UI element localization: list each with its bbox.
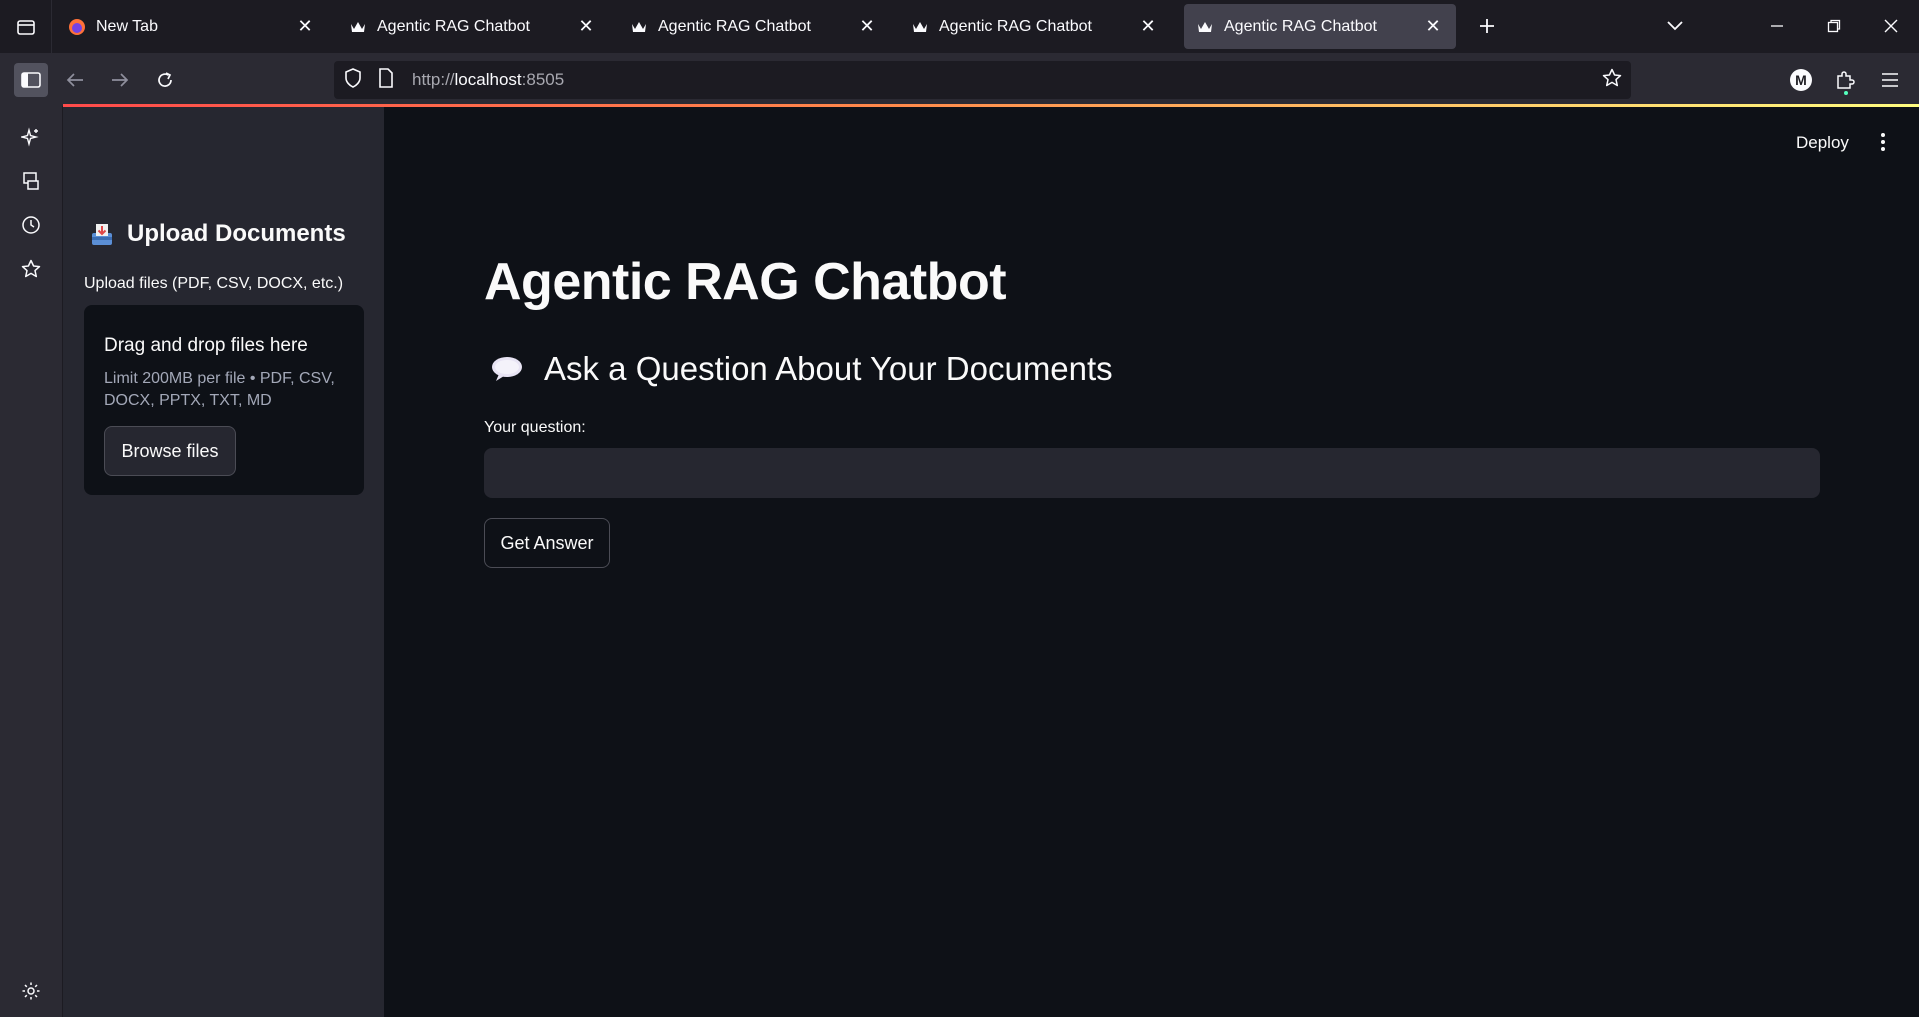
account-button[interactable]: M xyxy=(1784,63,1818,97)
dropzone-title: Drag and drop files here xyxy=(104,335,308,356)
close-icon[interactable]: ✕ xyxy=(856,16,878,38)
clock-icon xyxy=(22,216,40,234)
dropzone-limit-text: Limit 200MB per file • PDF, CSV, DOCX, P… xyxy=(104,370,335,409)
navigation-toolbar: http://localhost:8505 M xyxy=(0,53,1919,106)
crown-icon xyxy=(349,18,367,36)
star-icon xyxy=(21,259,41,278)
ai-chatbot-button[interactable] xyxy=(14,120,48,154)
extensions-button[interactable] xyxy=(1828,63,1862,97)
page-icon[interactable] xyxy=(378,67,394,93)
restore-button[interactable] xyxy=(1821,13,1847,39)
tab-agentic-2[interactable]: Agentic RAG Chatbot ✕ xyxy=(618,4,890,49)
speech-bubble-icon xyxy=(492,357,522,381)
upload-label: Upload files (PDF, CSV, DOCX, etc.) xyxy=(84,275,344,292)
browser-sidebar xyxy=(0,106,63,1017)
close-icon[interactable]: ✕ xyxy=(1137,16,1159,38)
close-window-button[interactable] xyxy=(1878,13,1904,39)
browse-files-button[interactable]: Browse files xyxy=(104,426,236,476)
tab-title: New Tab xyxy=(96,17,158,35)
shield-icon[interactable] xyxy=(344,67,362,93)
synced-tabs-button[interactable] xyxy=(14,164,48,198)
reload-icon xyxy=(158,72,172,87)
tab-agentic-1[interactable]: Agentic RAG Chatbot ✕ xyxy=(337,4,609,49)
tab-agentic-3[interactable]: Agentic RAG Chatbot ✕ xyxy=(899,4,1171,49)
puzzle-icon xyxy=(1837,71,1855,89)
tab-new-tab[interactable]: New Tab ✕ xyxy=(56,4,328,49)
sparkle-icon xyxy=(21,127,39,147)
close-icon xyxy=(1884,19,1898,33)
get-answer-button[interactable]: Get Answer xyxy=(484,518,610,568)
tab-title: Agentic RAG Chatbot xyxy=(1224,17,1377,35)
sidebar-toggle-button[interactable] xyxy=(14,63,48,97)
deploy-button[interactable]: Deploy xyxy=(1796,133,1849,153)
crown-icon xyxy=(630,18,648,36)
app-sidebar: Upload Documents Upload files (PDF, CSV,… xyxy=(63,107,384,1017)
question-label: Your question: xyxy=(484,419,586,436)
menu-button[interactable] xyxy=(1873,63,1907,97)
tab-overview-icon xyxy=(16,19,35,35)
list-all-tabs-button[interactable] xyxy=(1662,13,1688,39)
sidebar-icon xyxy=(21,72,41,88)
tab-overview-button[interactable] xyxy=(0,0,52,53)
arrow-left-icon xyxy=(66,73,83,87)
bookmarks-button[interactable] xyxy=(14,252,48,286)
sidebar-title: Upload Documents xyxy=(127,220,346,247)
more-vertical-icon xyxy=(1881,133,1885,151)
back-button[interactable] xyxy=(58,63,92,97)
question-input[interactable] xyxy=(484,448,1820,498)
close-icon[interactable]: ✕ xyxy=(575,16,597,38)
hamburger-icon xyxy=(1882,73,1898,87)
main-menu-button[interactable] xyxy=(1872,127,1894,157)
new-tab-button[interactable] xyxy=(1474,13,1500,39)
tab-agentic-active[interactable]: Agentic RAG Chatbot ✕ xyxy=(1184,4,1456,49)
history-button[interactable] xyxy=(14,208,48,242)
firefox-icon xyxy=(68,18,86,36)
tab-title: Agentic RAG Chatbot xyxy=(377,17,530,35)
inbox-tray-icon xyxy=(92,224,112,245)
file-dropzone[interactable]: Drag and drop files here Limit 200MB per… xyxy=(84,305,364,495)
section-heading: Ask a Question About Your Documents xyxy=(490,350,1113,388)
avatar: M xyxy=(1790,69,1812,91)
plus-icon xyxy=(1480,19,1494,33)
close-icon[interactable]: ✕ xyxy=(294,16,316,38)
sidebar-heading: Upload Documents xyxy=(89,220,346,248)
devices-icon xyxy=(23,172,39,190)
crown-icon xyxy=(1196,18,1214,36)
star-icon[interactable] xyxy=(1602,68,1622,93)
customize-sidebar-button[interactable] xyxy=(14,974,48,1008)
extension-indicator xyxy=(1844,91,1848,95)
chevron-down-icon xyxy=(1667,21,1683,31)
restore-icon xyxy=(1827,19,1841,33)
reload-button[interactable] xyxy=(148,63,182,97)
close-icon[interactable]: ✕ xyxy=(1422,16,1444,38)
forward-button[interactable] xyxy=(103,63,137,97)
main-content: Deploy Agentic RAG Chatbot Ask a Questio… xyxy=(384,107,1919,1017)
url-text: http://localhost:8505 xyxy=(412,70,565,89)
arrow-right-icon xyxy=(112,73,129,87)
gear-icon xyxy=(22,982,40,1000)
section-heading-text: Ask a Question About Your Documents xyxy=(544,350,1113,387)
page-title: Agentic RAG Chatbot xyxy=(484,253,1007,311)
tab-title: Agentic RAG Chatbot xyxy=(658,17,811,35)
tab-title: Agentic RAG Chatbot xyxy=(939,17,1092,35)
crown-icon xyxy=(911,18,929,36)
minimize-button[interactable] xyxy=(1764,13,1790,39)
tab-strip: New Tab ✕ Agentic RAG Chatbot ✕ Agentic … xyxy=(0,0,1919,53)
address-bar[interactable]: http://localhost:8505 xyxy=(334,61,1631,99)
minimize-icon xyxy=(1771,25,1783,27)
